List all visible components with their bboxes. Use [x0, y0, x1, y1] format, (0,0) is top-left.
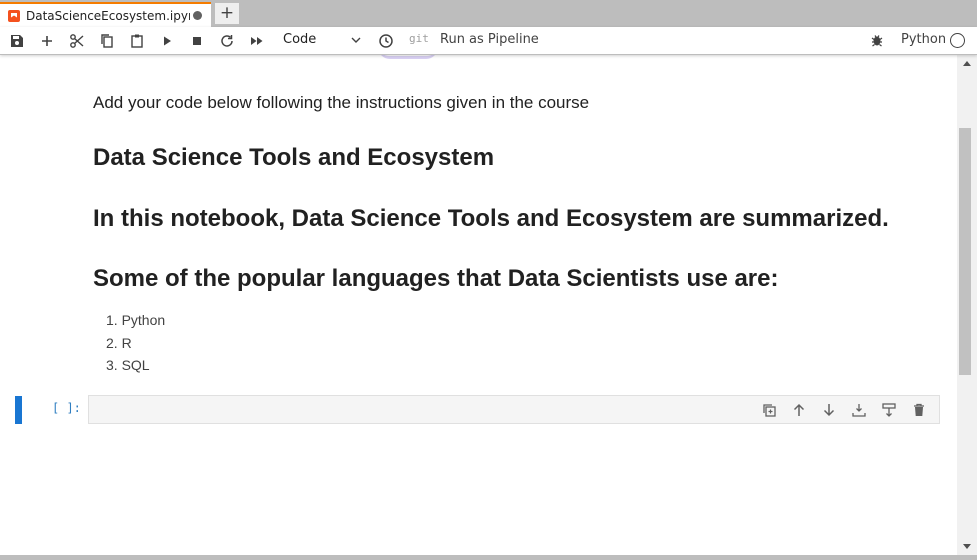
unsaved-indicator-icon[interactable]	[193, 11, 202, 20]
list-item: 1. Python	[106, 312, 166, 328]
move-cell-down-button[interactable]	[819, 401, 839, 419]
clock-icon	[379, 34, 393, 48]
duplicate-cell-icon	[763, 404, 776, 417]
scrollbar-thumb[interactable]	[959, 128, 971, 375]
delete-cell-button[interactable]	[909, 401, 929, 419]
new-tab-button[interactable]: +	[214, 2, 240, 25]
instruction-text: Add your code below following the instru…	[93, 93, 590, 112]
save-icon	[11, 35, 23, 47]
vertical-scrollbar[interactable]	[957, 55, 977, 555]
stop-icon	[193, 37, 201, 45]
duplicate-cell-button[interactable]	[759, 401, 779, 419]
copy-button[interactable]	[97, 31, 117, 51]
add-cell-icon	[42, 36, 52, 46]
run-all-icon	[251, 37, 263, 45]
status-strip	[0, 555, 977, 560]
insert-cell-below-button[interactable]	[849, 401, 869, 419]
code-cell-editor[interactable]	[88, 395, 940, 424]
restart-run-all-button[interactable]	[247, 31, 267, 51]
move-down-icon	[823, 404, 835, 417]
cell-type-select[interactable]: Code	[283, 31, 363, 51]
run-cell-button[interactable]	[157, 31, 177, 51]
run-as-pipeline-button[interactable]: Run as Pipeline	[440, 32, 539, 47]
insert-above-icon	[882, 403, 896, 417]
cut-icon	[70, 34, 84, 48]
notebook-toolbar: Code git Run as Pipeline Python	[0, 27, 977, 55]
add-cell-button[interactable]	[37, 31, 57, 51]
save-button[interactable]	[7, 31, 27, 51]
restart-kernel-button[interactable]	[217, 31, 237, 51]
restart-icon	[221, 35, 233, 47]
languages-list: 1. Python 2. R 3. SQL	[106, 310, 165, 378]
scroll-down-icon[interactable]	[963, 544, 971, 549]
interrupt-kernel-button[interactable]	[187, 31, 207, 51]
run-icon	[164, 36, 171, 46]
insert-below-icon	[852, 404, 866, 417]
notebook-tab-title: DataScienceEcosystem.ipyn	[26, 8, 190, 23]
kernel-status-icon	[950, 33, 965, 48]
notebook-file-icon	[8, 9, 20, 22]
code-cell-prompt: [ ]:	[52, 401, 81, 415]
notebook-tab[interactable]: DataScienceEcosystem.ipyn	[0, 2, 211, 27]
chevron-down-icon	[351, 37, 361, 43]
move-up-icon	[793, 403, 805, 416]
cell-type-value: Code	[283, 32, 317, 47]
copy-icon	[101, 34, 113, 48]
bug-icon[interactable]	[869, 32, 885, 48]
tab-bar: DataScienceEcosystem.ipyn +	[0, 0, 977, 27]
notebook-panel: Add your code below following the instru…	[0, 55, 957, 555]
list-item: 3. SQL	[106, 357, 150, 373]
cut-button[interactable]	[67, 31, 87, 51]
paste-icon	[131, 34, 143, 48]
kernel-name[interactable]: Python	[901, 32, 946, 47]
decorative-halo	[378, 55, 438, 59]
scroll-up-icon[interactable]	[963, 61, 971, 66]
notebook-history-button[interactable]	[376, 31, 396, 51]
heading-intro: In this notebook, Data Science Tools and…	[93, 205, 889, 232]
heading-languages: Some of the popular languages that Data …	[93, 265, 779, 292]
active-cell-indicator	[15, 396, 22, 424]
cell-toolbar	[759, 401, 929, 419]
git-button[interactable]: git	[409, 32, 429, 45]
insert-cell-above-button[interactable]	[879, 401, 899, 419]
heading-title: Data Science Tools and Ecosystem	[93, 144, 495, 171]
delete-icon	[914, 403, 924, 416]
list-item: 2. R	[106, 334, 132, 351]
paste-button[interactable]	[127, 31, 147, 51]
move-cell-up-button[interactable]	[789, 401, 809, 419]
